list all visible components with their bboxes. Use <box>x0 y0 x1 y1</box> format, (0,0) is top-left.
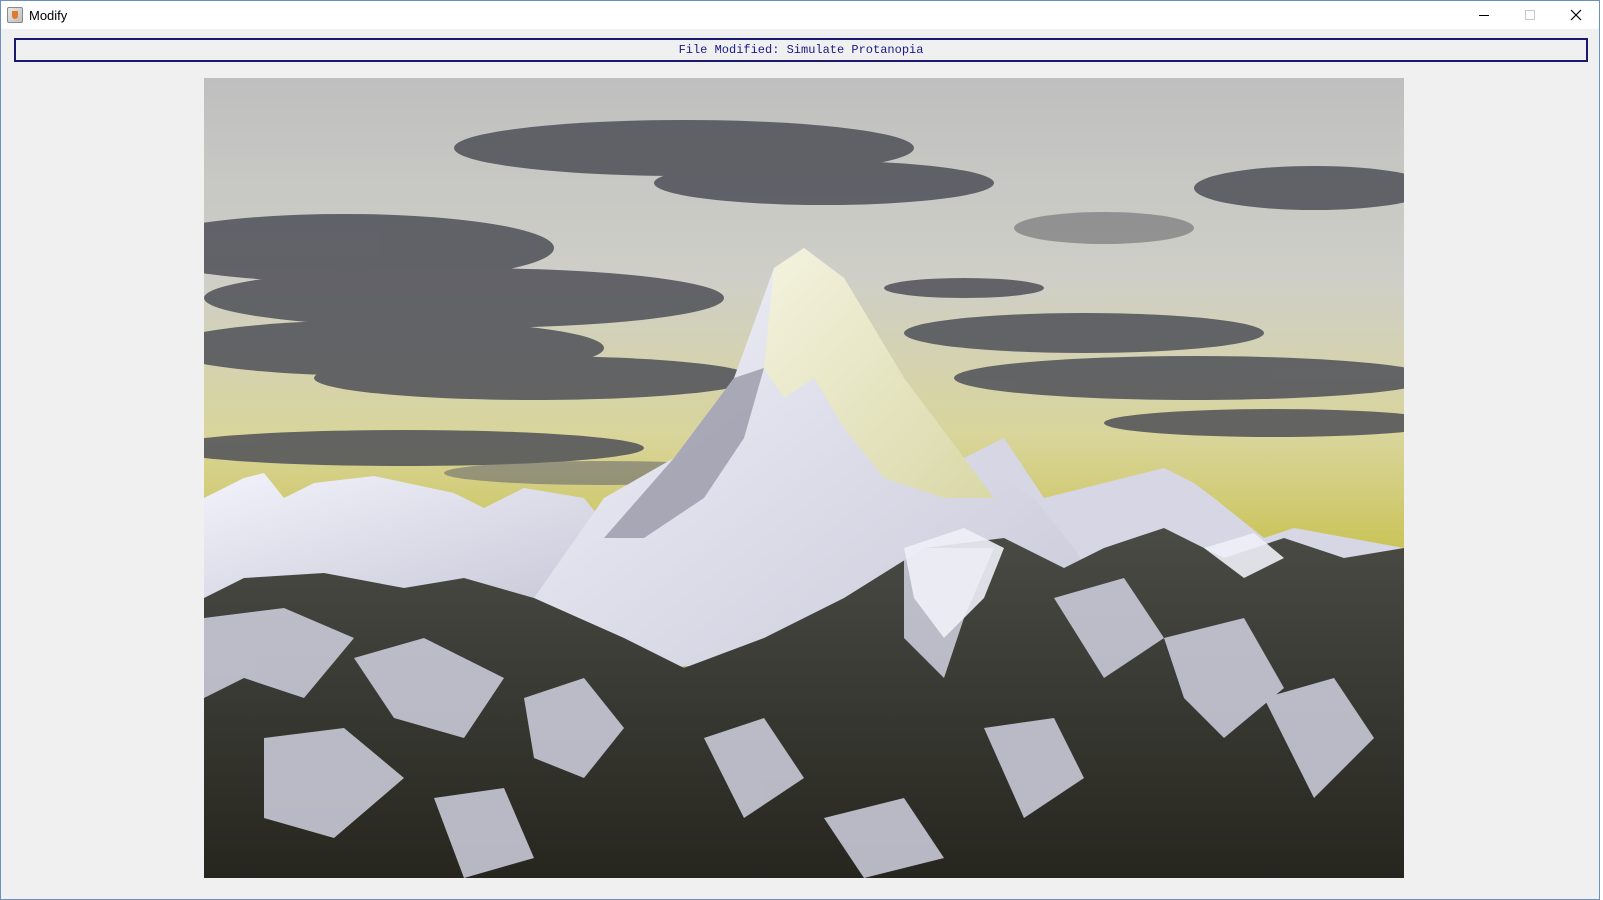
app-window: Modify File Modified: Simulate Protanopi… <box>0 0 1600 900</box>
minimize-button[interactable] <box>1461 1 1507 29</box>
maximize-icon <box>1525 10 1535 20</box>
maximize-button[interactable] <box>1507 1 1553 29</box>
window-title: Modify <box>29 7 68 23</box>
mountain-image <box>204 78 1404 878</box>
close-button[interactable] <box>1553 1 1599 29</box>
window-controls <box>1461 1 1599 29</box>
close-icon <box>1570 9 1582 21</box>
image-canvas <box>204 78 1404 878</box>
status-text: File Modified: Simulate Protanopia <box>678 43 924 57</box>
java-app-icon <box>7 7 23 23</box>
status-panel: File Modified: Simulate Protanopia <box>14 38 1588 62</box>
minimize-icon <box>1479 15 1489 16</box>
title-bar[interactable]: Modify <box>1 1 1599 29</box>
